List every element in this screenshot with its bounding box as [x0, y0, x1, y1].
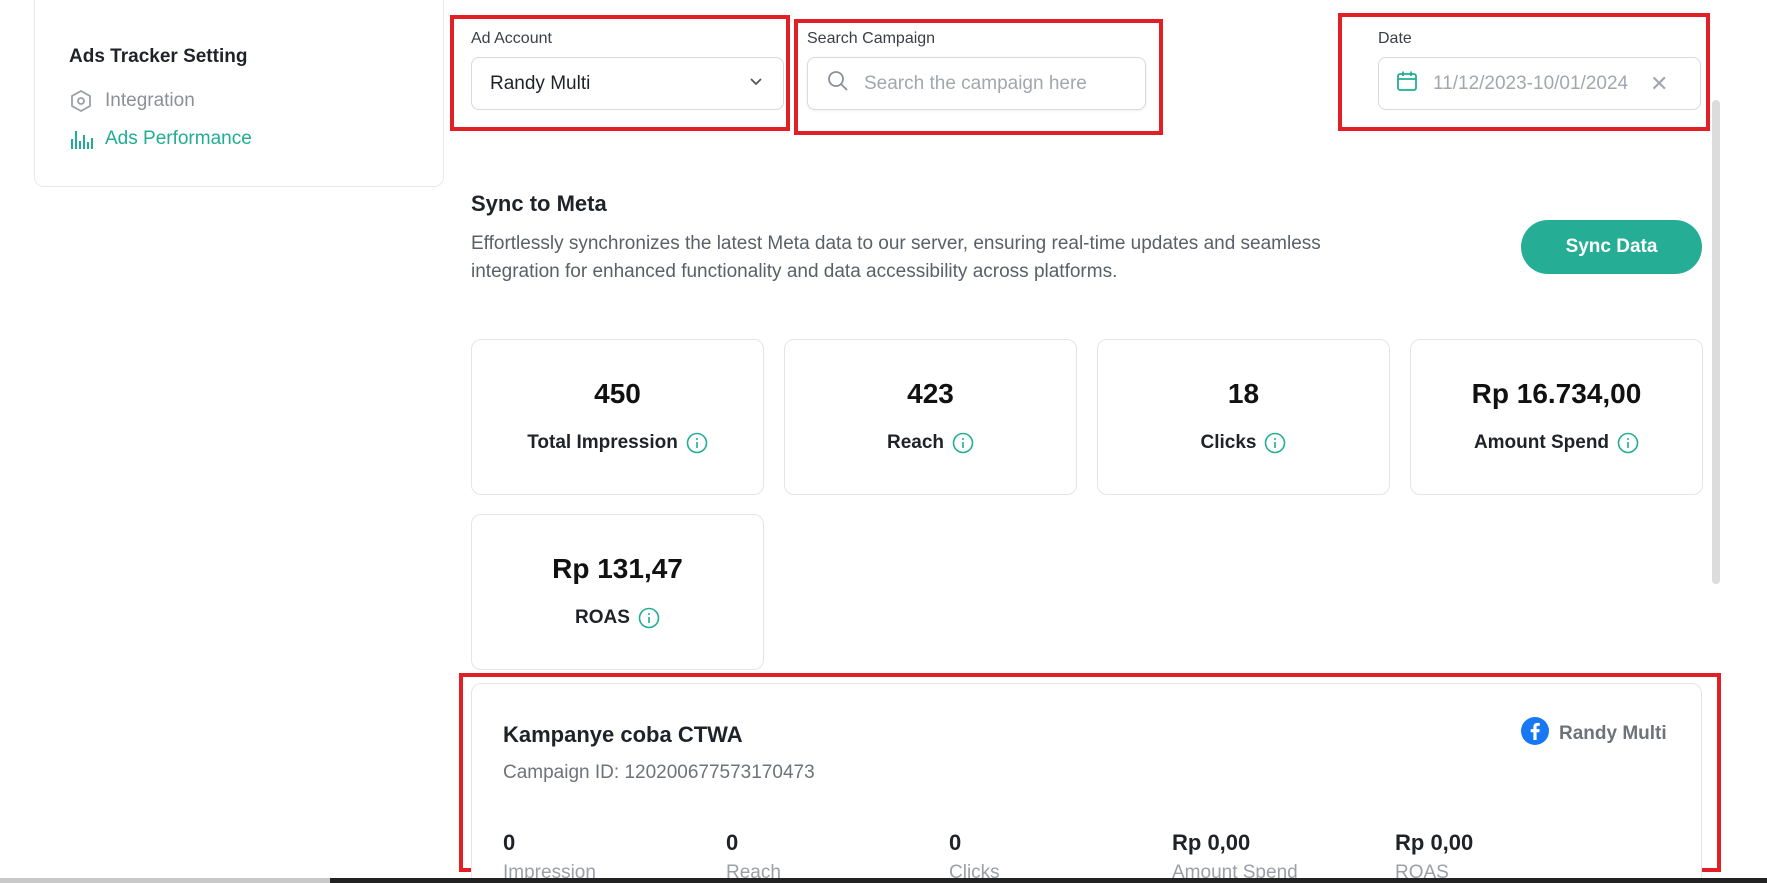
stat-value: 18 [1227, 378, 1260, 409]
sidebar-title: Ads Tracker Setting [69, 46, 248, 67]
sidebar-item-integration[interactable]: Integration [69, 89, 195, 113]
scrollbar[interactable] [1712, 100, 1720, 584]
ad-account-value: Randy Multi [490, 72, 591, 94]
stat-label-row: Amount Spend [1474, 432, 1639, 454]
facebook-icon [1521, 717, 1549, 751]
metric-value: 0 [949, 830, 962, 855]
metric-roas: Rp 0,00 ROAS [1395, 830, 1473, 883]
metric-clicks: 0 Clicks [949, 830, 1000, 883]
stat-label: Clicks [1200, 432, 1257, 453]
metric-impression: 0 Impression [503, 830, 596, 883]
ad-account-select[interactable]: Randy Multi [471, 57, 784, 110]
stat-card-total-impression: 450 Total Impression [471, 339, 764, 495]
metric-value: Rp 0,00 [1395, 830, 1474, 855]
sidebar-item-label: Ads Performance [105, 128, 252, 149]
stat-value: Rp 16.734,00 [1471, 378, 1642, 409]
stat-value: 450 [594, 378, 641, 409]
sidebar-item-ads-performance[interactable]: Ads Performance [69, 127, 252, 151]
date-range-picker[interactable]: 11/12/2023-10/01/2024 ✕ [1378, 57, 1701, 110]
metric-value: Rp 0,00 [1172, 830, 1251, 855]
campaign-account: Randy Multi [1521, 717, 1667, 751]
metric-reach: 0 Reach [726, 830, 781, 883]
stat-label-row: Clicks [1201, 432, 1287, 454]
stat-label: ROAS [575, 607, 630, 628]
date-label: Date [1378, 30, 1412, 47]
campaign-title: Kampanye coba CTWA [503, 722, 743, 747]
ad-account-label: Ad Account [471, 30, 552, 47]
info-icon[interactable] [952, 432, 974, 454]
campaign-id: Campaign ID: 120200677573170473 [503, 762, 815, 783]
stat-label: Reach [886, 432, 945, 453]
sync-data-button[interactable]: Sync Data [1521, 220, 1702, 274]
stat-card-amount-spend: Rp 16.734,00 Amount Spend [1410, 339, 1703, 495]
info-icon[interactable] [1617, 432, 1639, 454]
sidebar-item-label: Integration [105, 90, 195, 111]
search-campaign-input[interactable] [864, 72, 1124, 95]
campaign-account-name: Randy Multi [1559, 723, 1667, 744]
info-icon[interactable] [686, 432, 708, 454]
search-icon [826, 69, 850, 99]
date-range-value: 11/12/2023-10/01/2024 [1433, 72, 1629, 94]
calendar-icon [1395, 69, 1419, 99]
stat-label-row: Total Impression [527, 432, 708, 454]
metric-value: 0 [726, 830, 739, 855]
sync-description: Effortlessly synchronizes the latest Met… [471, 233, 1321, 282]
close-icon[interactable]: ✕ [1650, 72, 1668, 95]
info-icon[interactable] [638, 607, 660, 629]
stat-label-row: ROAS [575, 607, 660, 629]
stat-value: 423 [907, 378, 954, 409]
metric-value: 0 [503, 830, 516, 855]
stat-label: Total Impression [527, 432, 678, 453]
sidebar-card: Ads Tracker Setting Integration Ads Perf… [34, 0, 444, 187]
hexagon-icon [69, 89, 93, 113]
search-campaign-box [807, 57, 1146, 110]
stat-card-reach: 423 Reach [784, 339, 1077, 495]
stat-card-roas: Rp 131,47 ROAS [471, 514, 764, 670]
sync-title: Sync to Meta [471, 191, 607, 216]
stat-label-row: Reach [887, 432, 974, 454]
stat-value: Rp 131,47 [552, 553, 683, 584]
bar-chart-icon [69, 127, 93, 151]
bottom-edge-bar-left [0, 878, 330, 883]
info-icon[interactable] [1264, 432, 1286, 454]
metric-amount-spend: Rp 0,00 Amount Spend [1172, 830, 1298, 883]
stat-card-clicks: 18 Clicks [1097, 339, 1390, 495]
stat-label: Amount Spend [1473, 432, 1610, 453]
search-campaign-label: Search Campaign [807, 30, 936, 47]
chevron-down-icon [747, 72, 765, 96]
